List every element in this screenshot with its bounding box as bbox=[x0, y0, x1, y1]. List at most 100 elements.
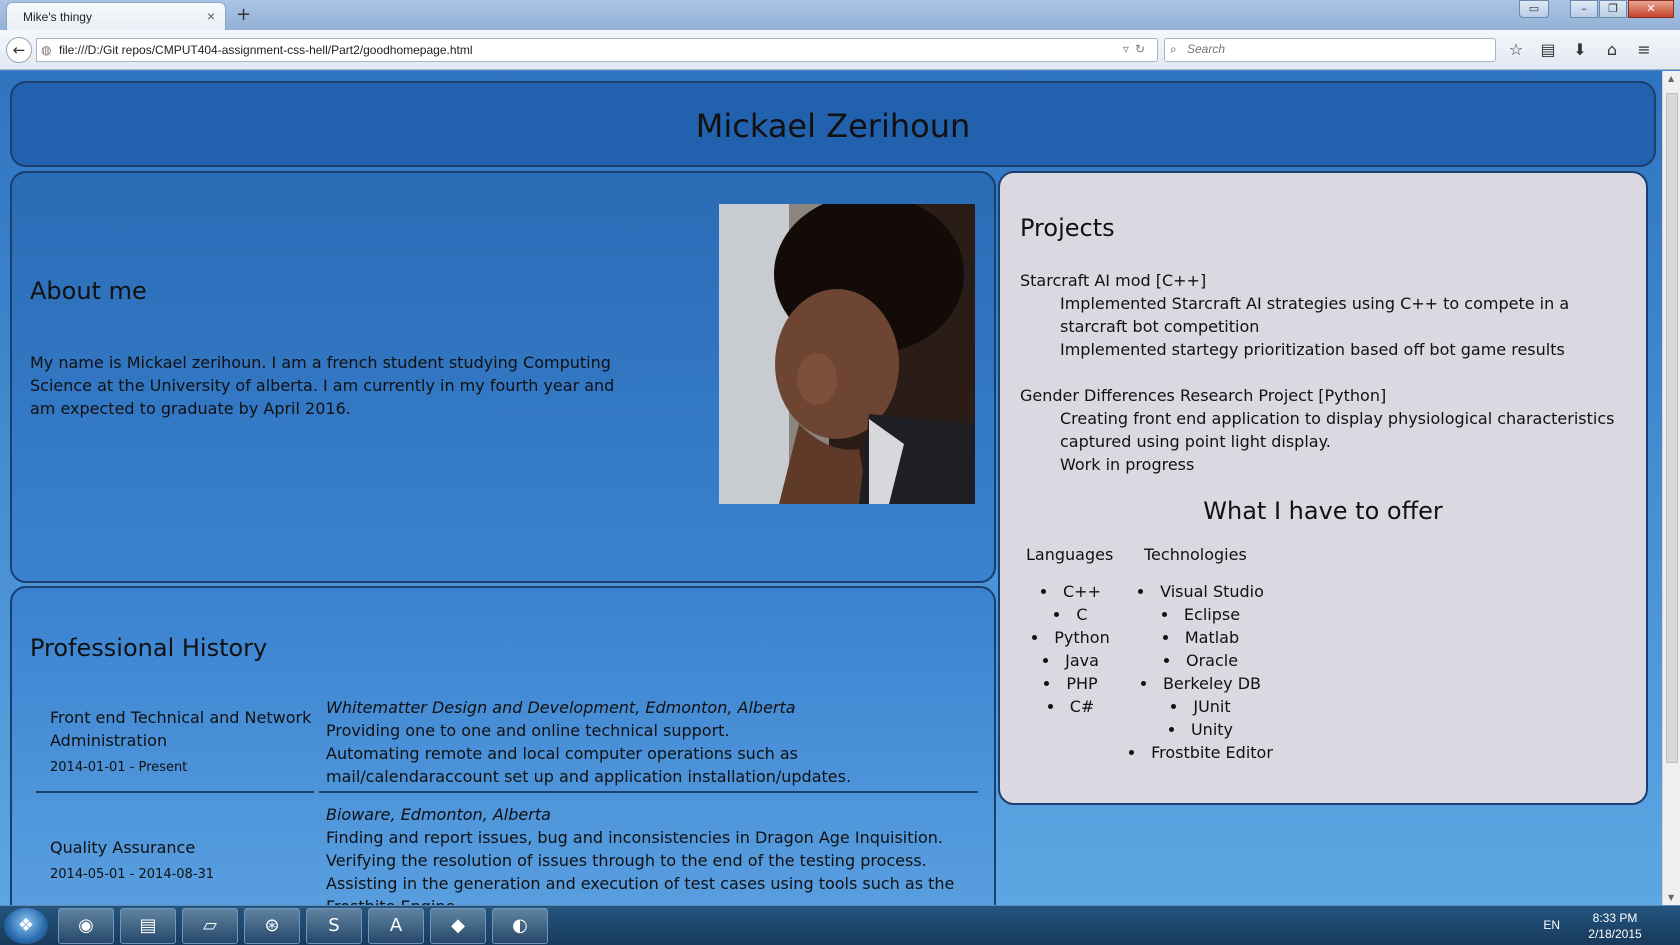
scrollbar-thumb[interactable] bbox=[1666, 93, 1678, 763]
clock-date: 2/18/2015 bbox=[1588, 927, 1642, 941]
list-item: Visual Studio bbox=[1126, 580, 1276, 603]
tab-bar: Mike's thingy × + ▭ – ❐ ✕ bbox=[0, 0, 1680, 30]
vertical-scrollbar[interactable]: ▲ ▼ bbox=[1662, 71, 1680, 905]
search-input[interactable] bbox=[1187, 42, 1487, 56]
back-button[interactable]: ← bbox=[6, 37, 32, 63]
name-header: Mickael Zerihoun bbox=[10, 81, 1656, 167]
language-indicator[interactable]: EN bbox=[1543, 918, 1560, 932]
tab-title: Mike's thingy bbox=[23, 10, 92, 24]
about-section: About me My name is Mickael zerihoun. I … bbox=[10, 171, 996, 583]
navigation-bar: ← ◍ file:///D:/Git repos/CMPUT404-assign… bbox=[0, 30, 1680, 70]
reading-list-icon[interactable]: ▤ bbox=[1532, 38, 1564, 62]
menu-icon[interactable]: ≡ bbox=[1628, 38, 1660, 62]
project-point: Creating front end application to displa… bbox=[1060, 409, 1615, 451]
list-item: C bbox=[1026, 603, 1116, 626]
languages-column: Languages C++ C Python Java PHP C# bbox=[1026, 545, 1116, 718]
languages-label: Languages bbox=[1026, 545, 1114, 564]
clock-time: 8:33 PM bbox=[1592, 911, 1638, 925]
acrobat-icon[interactable]: A bbox=[368, 908, 424, 944]
scroll-up-icon[interactable]: ▲ bbox=[1668, 74, 1674, 83]
job-role: Front end Technical and Network Administ… bbox=[36, 706, 316, 779]
url-text[interactable]: file:///D:/Git repos/CMPUT404-assignment… bbox=[59, 43, 473, 57]
globe-icon: ◍ bbox=[41, 43, 52, 57]
job-line: Verifying the resolution of issues throu… bbox=[326, 851, 927, 870]
browser-tab[interactable]: Mike's thingy × bbox=[6, 2, 226, 30]
star-icon[interactable]: ☆ bbox=[1500, 38, 1532, 62]
list-item: Java bbox=[1026, 649, 1116, 672]
file-explorer-icon[interactable]: ▤ bbox=[120, 908, 176, 944]
job-line: Providing one to one and online technica… bbox=[326, 721, 730, 740]
close-tab-icon[interactable]: × bbox=[207, 8, 215, 24]
list-item: Oracle bbox=[1126, 649, 1276, 672]
list-item: C# bbox=[1026, 695, 1116, 718]
technologies-label: Technologies bbox=[1144, 545, 1247, 564]
job-company: Whitematter Design and Development, Edmo… bbox=[326, 698, 796, 717]
job-role: Quality Assurance 2014-05-01 - 2014-08-3… bbox=[36, 836, 316, 886]
job-description: Bioware, Edmonton, Alberta Finding and r… bbox=[326, 803, 974, 905]
job-line: Assisting in the generation and executio… bbox=[326, 874, 955, 905]
search-box[interactable]: ⌕ bbox=[1164, 38, 1496, 62]
about-heading: About me bbox=[30, 277, 147, 305]
job-date: 2014-05-01 - 2014-08-31 bbox=[50, 867, 215, 882]
history-section: Professional History Front end Technical… bbox=[10, 586, 996, 905]
taskbar: ❖ ◉ ▤ ▱ ⊛ S A ◆ ◐ EN 8:33 PM 2/18/2015 bbox=[0, 905, 1680, 945]
url-bar[interactable]: ◍ file:///D:/Git repos/CMPUT404-assignme… bbox=[36, 38, 1158, 62]
project-point: Implemented Starcraft AI strategies usin… bbox=[1060, 294, 1570, 336]
project-title: Starcraft AI mod [C++] bbox=[1020, 271, 1207, 290]
list-item: Unity bbox=[1126, 718, 1276, 741]
list-item: Eclipse bbox=[1126, 603, 1276, 626]
home-icon[interactable]: ⌂ bbox=[1596, 38, 1628, 62]
steam-icon[interactable]: ⊛ bbox=[244, 908, 300, 944]
project-point: Work in progress bbox=[1060, 455, 1195, 474]
projects-heading: Projects bbox=[1020, 214, 1115, 242]
minimize-button[interactable]: – bbox=[1570, 0, 1598, 18]
system-clock[interactable]: 8:33 PM 2/18/2015 bbox=[1580, 910, 1650, 942]
chrome-icon[interactable]: ◉ bbox=[58, 908, 114, 944]
project-point: Implemented startegy prioritization base… bbox=[1060, 340, 1565, 359]
reload-icon[interactable]: ▿↻ bbox=[1123, 42, 1151, 56]
window-controls: ▭ – ❐ ✕ bbox=[1518, 0, 1674, 18]
job-title: Front end Technical and Network Administ… bbox=[50, 708, 312, 750]
technologies-list: Visual Studio Eclipse Matlab Oracle Berk… bbox=[1126, 580, 1276, 764]
list-item: Frostbite Editor bbox=[1126, 741, 1276, 764]
about-text: My name is Mickael zerihoun. I am a fren… bbox=[30, 353, 615, 418]
list-item: C++ bbox=[1026, 580, 1116, 603]
page-title: Mickael Zerihoun bbox=[695, 107, 971, 145]
scroll-down-icon[interactable]: ▼ bbox=[1668, 893, 1674, 902]
start-button[interactable]: ❖ bbox=[4, 908, 48, 944]
list-item: JUnit bbox=[1126, 695, 1276, 718]
tab-groups-icon[interactable]: ▭ bbox=[1519, 0, 1549, 18]
folder-icon[interactable]: ▱ bbox=[182, 908, 238, 944]
job-title: Quality Assurance bbox=[50, 838, 196, 857]
new-tab-button[interactable]: + bbox=[236, 4, 251, 25]
project-title: Gender Differences Research Project [Pyt… bbox=[1020, 386, 1387, 405]
toolbar-icons: ☆ ▤ ⬇ ⌂ ≡ bbox=[1500, 38, 1660, 62]
history-heading: Professional History bbox=[30, 634, 268, 662]
download-icon[interactable]: ⬇ bbox=[1564, 38, 1596, 62]
job-line: Finding and report issues, bug and incon… bbox=[326, 828, 943, 847]
list-item: Matlab bbox=[1126, 626, 1276, 649]
close-window-button[interactable]: ✕ bbox=[1628, 0, 1674, 18]
technologies-column: Technologies Visual Studio Eclipse Matla… bbox=[1126, 545, 1276, 764]
list-item: Berkeley DB bbox=[1126, 672, 1276, 695]
profile-photo bbox=[719, 204, 975, 504]
offer-heading: What I have to offer bbox=[1203, 497, 1443, 525]
job-divider bbox=[319, 791, 978, 793]
job-divider bbox=[36, 791, 314, 793]
project-entry: Starcraft AI mod [C++] Implemented Starc… bbox=[1020, 269, 1630, 361]
job-date: 2014-01-01 - Present bbox=[50, 760, 188, 775]
restore-button[interactable]: ❐ bbox=[1599, 0, 1627, 18]
firefox-icon[interactable]: ◐ bbox=[492, 908, 548, 944]
search-icon: ⌕ bbox=[1170, 42, 1177, 56]
project-entry: Gender Differences Research Project [Pyt… bbox=[1020, 384, 1630, 476]
list-item: PHP bbox=[1026, 672, 1116, 695]
languages-list: C++ C Python Java PHP C# bbox=[1026, 580, 1116, 718]
job-company: Bioware, Edmonton, Alberta bbox=[326, 805, 551, 824]
projects-section: Projects Starcraft AI mod [C++] Implemen… bbox=[998, 171, 1648, 805]
list-item: Python bbox=[1026, 626, 1116, 649]
git-icon[interactable]: ◆ bbox=[430, 908, 486, 944]
page-viewport: Mickael Zerihoun About me My name is Mic… bbox=[0, 71, 1662, 905]
job-line: Automating remote and local computer ope… bbox=[326, 744, 852, 786]
job-description: Whitematter Design and Development, Edmo… bbox=[326, 696, 974, 788]
sublime-text-icon[interactable]: S bbox=[306, 908, 362, 944]
